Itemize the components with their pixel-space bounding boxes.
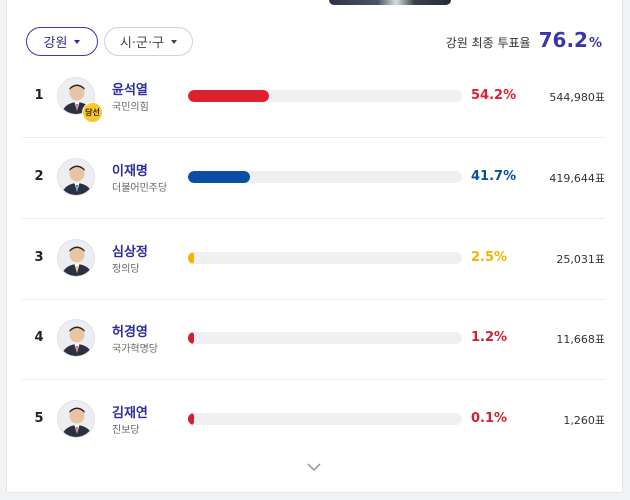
region-dropdown-label: 강원: [43, 36, 68, 51]
candidate-name[interactable]: 허경영: [112, 321, 148, 340]
candidate-rank: 2: [34, 169, 44, 184]
district-dropdown-label: 시·군·구: [119, 36, 165, 51]
candidate-party: 국민의힘: [112, 102, 149, 113]
vote-share-fill: [188, 171, 251, 183]
caret-down-icon: [171, 39, 178, 44]
candidate-avatar: [57, 239, 95, 277]
vote-share-percent: 2.5%: [471, 250, 508, 265]
row-divider: [21, 218, 605, 219]
election-results-card: 강원 시·군·구 강원 최종 투표율 76.2 % 1 당선 윤석열국민의힘 54.2…: [6, 0, 623, 493]
caret-down-icon: [74, 39, 81, 44]
vote-share-percent: 41.7%: [471, 169, 517, 184]
turnout-value: 76.2: [538, 28, 588, 52]
vote-share-bar: [188, 90, 462, 102]
candidate-rank: 4: [34, 330, 44, 345]
row-divider: [21, 137, 605, 138]
candidate-row[interactable]: 1 당선 윤석열국민의힘 54.2% 544,980표: [21, 58, 605, 138]
candidate-party: 진보당: [112, 425, 140, 436]
candidate-row[interactable]: 3 심상정정의당 2.5% 25,031표: [21, 220, 605, 300]
vote-share-percent: 0.1%: [471, 411, 508, 426]
person-icon: [61, 407, 93, 437]
person-icon: [61, 326, 93, 356]
vote-share-percent: 54.2%: [471, 88, 517, 103]
vote-share-bar: [188, 413, 462, 425]
candidate-row[interactable]: 4 허경영국가혁명당 1.2% 11,668표: [21, 300, 605, 380]
vote-count: 544,980표: [549, 91, 605, 104]
turnout-label: 강원 최종 투표율: [445, 36, 531, 50]
vote-share-bar: [188, 332, 462, 344]
region-dropdown[interactable]: 강원: [26, 27, 98, 56]
vote-share-bar: [188, 252, 462, 264]
vote-share-fill: [188, 252, 195, 264]
candidate-party: 더불어민주당: [112, 183, 168, 194]
candidate-rank: 3: [34, 250, 44, 265]
candidate-avatar: [57, 158, 95, 196]
vote-count: 1,260표: [563, 414, 605, 427]
candidate-row[interactable]: 2 이재명더불어민주당 41.7% 419,644표: [21, 139, 605, 219]
person-icon: [61, 246, 93, 276]
header-photo: [329, 0, 451, 5]
vote-count: 25,031표: [556, 253, 605, 266]
candidate-party: 정의당: [112, 264, 140, 275]
vote-share-fill: [188, 413, 195, 425]
candidate-row[interactable]: 5 김재연진보당 0.1% 1,260표: [21, 381, 605, 461]
candidate-rank: 1: [34, 88, 44, 103]
candidate-name[interactable]: 이재명: [112, 160, 148, 179]
vote-share-bar: [188, 171, 462, 183]
candidate-party: 국가혁명당: [112, 344, 158, 355]
filter-row: 강원 시·군·구 강원 최종 투표율 76.2 %: [7, 27, 622, 59]
person-icon: [61, 165, 93, 195]
candidate-rank: 5: [34, 411, 44, 426]
turnout-unit: %: [588, 36, 602, 51]
vote-count: 419,644표: [549, 172, 605, 185]
turnout-summary: 강원 최종 투표율 76.2 %: [446, 28, 602, 52]
row-divider: [21, 379, 605, 380]
vote-share-fill: [188, 90, 269, 102]
candidate-avatar: [57, 400, 95, 438]
candidate-name[interactable]: 심상정: [112, 241, 148, 260]
winner-badge: 당선: [82, 102, 103, 123]
candidate-avatar: [57, 319, 95, 357]
vote-count: 11,668표: [556, 333, 605, 346]
candidate-name[interactable]: 윤석열: [112, 79, 148, 98]
chevron-down-icon[interactable]: [306, 461, 322, 473]
vote-share-percent: 1.2%: [471, 330, 508, 345]
candidate-name[interactable]: 김재연: [112, 402, 148, 421]
district-dropdown[interactable]: 시·군·구: [104, 27, 193, 56]
vote-share-fill: [188, 332, 195, 344]
